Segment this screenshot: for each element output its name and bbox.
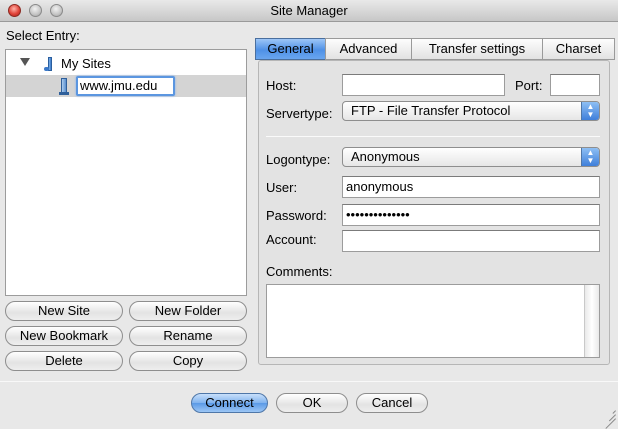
title-bar[interactable]: Site Manager bbox=[0, 0, 618, 22]
connect-button[interactable]: Connect bbox=[191, 393, 268, 413]
footer-divider bbox=[0, 381, 618, 382]
comments-label: Comments: bbox=[266, 264, 333, 279]
servertype-label: Servertype: bbox=[266, 106, 333, 121]
new-folder-button[interactable]: New Folder bbox=[129, 301, 247, 321]
copy-button[interactable]: Copy bbox=[129, 351, 247, 371]
account-input[interactable] bbox=[342, 230, 600, 252]
port-label: Port: bbox=[515, 78, 543, 93]
password-label: Password: bbox=[266, 208, 327, 223]
tree-item-site[interactable]: www.jmu.edu bbox=[6, 75, 246, 97]
host-input[interactable] bbox=[342, 74, 505, 96]
cancel-button[interactable]: Cancel bbox=[356, 393, 428, 413]
new-bookmark-button[interactable]: New Bookmark bbox=[5, 326, 123, 346]
site-icon bbox=[59, 78, 69, 95]
delete-button[interactable]: Delete bbox=[5, 351, 123, 371]
servertype-select[interactable]: FTP - File Transfer Protocol ▲ ▼ bbox=[342, 101, 600, 121]
rename-entry-input[interactable]: www.jmu.edu bbox=[76, 76, 175, 96]
sites-folder-icon bbox=[44, 57, 56, 71]
comments-scrollbar[interactable] bbox=[584, 285, 599, 357]
select-entry-label: Select Entry: bbox=[6, 28, 80, 43]
port-input[interactable] bbox=[550, 74, 600, 96]
logontype-label: Logontype: bbox=[266, 152, 331, 167]
comments-textarea[interactable] bbox=[266, 284, 600, 358]
new-site-button[interactable]: New Site bbox=[5, 301, 123, 321]
chevron-updown-icon: ▲ ▼ bbox=[581, 148, 599, 166]
user-input[interactable]: anonymous bbox=[342, 176, 600, 198]
account-label: Account: bbox=[266, 232, 317, 247]
host-label: Host: bbox=[266, 78, 297, 93]
tab-transfer-settings[interactable]: Transfer settings bbox=[411, 38, 543, 60]
window-title: Site Manager bbox=[270, 3, 348, 18]
logontype-select[interactable]: Anonymous ▲ ▼ bbox=[342, 147, 600, 167]
ok-button[interactable]: OK bbox=[276, 393, 348, 413]
resize-grip-icon[interactable] bbox=[604, 407, 616, 429]
logontype-value: Anonymous bbox=[351, 149, 420, 164]
tab-advanced[interactable]: Advanced bbox=[325, 38, 412, 60]
tree-item-my-sites[interactable]: My Sites bbox=[6, 53, 246, 75]
password-input[interactable]: •••••••••••••• bbox=[342, 204, 600, 226]
servertype-value: FTP - File Transfer Protocol bbox=[351, 103, 511, 118]
rename-button[interactable]: Rename bbox=[129, 326, 247, 346]
chevron-updown-icon: ▲ ▼ bbox=[581, 102, 599, 120]
tab-charset[interactable]: Charset bbox=[542, 38, 615, 60]
disclosure-triangle-icon[interactable] bbox=[20, 58, 30, 66]
tab-general[interactable]: General bbox=[255, 38, 326, 60]
user-label: User: bbox=[266, 180, 298, 195]
site-manager-window: Site Manager Select Entry: My Sites www.… bbox=[0, 0, 618, 429]
site-tree[interactable]: My Sites www.jmu.edu bbox=[5, 49, 247, 296]
section-divider bbox=[266, 136, 600, 137]
tree-item-label: My Sites bbox=[61, 56, 111, 71]
